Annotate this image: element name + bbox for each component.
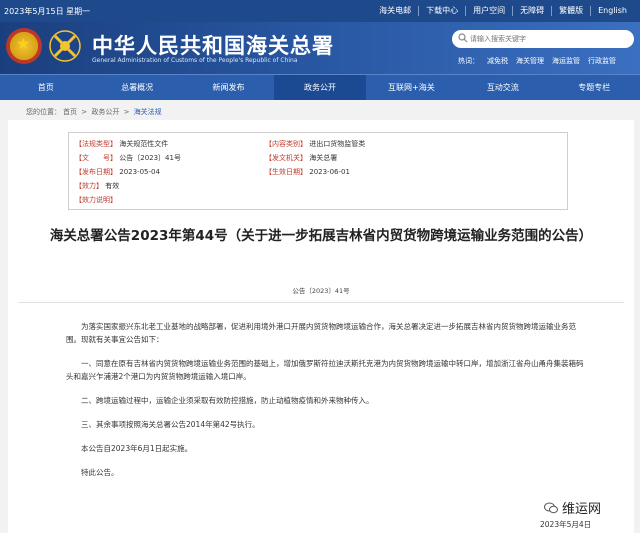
nav-news[interactable]: 新闻发布 — [183, 75, 274, 100]
main-nav: 首页 总署概况 新闻发布 政务公开 互联网+海关 互动交流 专题专栏 — [0, 74, 640, 100]
wechat-icon — [544, 502, 558, 513]
nav-interaction[interactable]: 互动交流 — [457, 75, 548, 100]
breadcrumb-item-government-affairs[interactable]: 政务公开 — [91, 108, 119, 116]
hot-words-label: 热词： — [458, 57, 479, 65]
link-download-center[interactable]: 下载中心 — [418, 6, 465, 16]
meta-category-value: 海关规范性文件 — [119, 140, 169, 148]
article-date: 2023年5月4日 — [540, 520, 592, 529]
content-panel: 【法规类型】 海关规范性文件 【内容类别】 进出口货物监管类 【文 号】 公告〔… — [8, 120, 634, 533]
source-watermark: 维运网 — [544, 498, 601, 517]
hot-words: 热词： 减免税 海关管理 海运监管 行政监管 — [458, 56, 616, 66]
link-email[interactable]: 海关电邮 — [372, 6, 418, 16]
regulation-metadata: 【法规类型】 海关规范性文件 【内容类别】 进出口货物监管类 【文 号】 公告〔… — [68, 132, 568, 210]
nav-internet-customs[interactable]: 互联网+海关 — [366, 75, 457, 100]
meta-effective-date-label: 【生效日期】 — [265, 168, 307, 176]
meta-issuer-value: 海关总署 — [309, 154, 338, 162]
meta-content-label: 【内容类别】 — [265, 140, 307, 148]
nav-government-affairs[interactable]: 政务公开 — [274, 75, 366, 100]
hot-word-link[interactable]: 减免税 — [487, 56, 508, 66]
search-box — [452, 30, 634, 48]
search-input[interactable] — [470, 32, 625, 46]
link-traditional-chinese[interactable]: 繁體版 — [551, 6, 590, 16]
nav-overview[interactable]: 总署概况 — [91, 75, 182, 100]
customs-emblem-icon — [49, 30, 81, 62]
meta-category-label: 【法规类型】 — [75, 140, 117, 148]
article-paragraph: 一、同意在原有吉林省内贸货物跨境运输业务范围的基础上，增加俄罗斯符拉迪沃斯托克港… — [66, 359, 584, 381]
article-paragraph: 二、跨境运输过程中，运输企业须采取有效防控措施，防止动植物疫情和外来物种传入。 — [81, 396, 374, 405]
breadcrumb-separator: > — [123, 108, 130, 116]
article-title: 海关总署公告2023年第44号（关于进一步拓展吉林省内贸货物跨境运输业务范围的公… — [49, 228, 593, 244]
article-body: 为落实国家振兴东北老工业基地的战略部署，促进利用境外港口开展内贸货物跨境运输合作… — [66, 320, 586, 490]
breadcrumb-prefix: 您的位置： — [26, 108, 61, 116]
search-icon[interactable] — [458, 33, 468, 43]
current-date: 2023年5月15日 星期一 — [4, 7, 91, 16]
site-header: 中华人民共和国海关总署 General Administration of Cu… — [0, 22, 640, 74]
nav-home[interactable]: 首页 — [0, 75, 91, 100]
breadcrumb-separator: > — [81, 108, 88, 116]
hot-word-link[interactable]: 海关管理 — [516, 56, 544, 66]
top-utility-bar: 2023年5月15日 星期一 海关电邮 下载中心 用户空间 无障碍 繁體版 En… — [0, 0, 640, 22]
article-paragraph: 特此公告。 — [81, 468, 119, 477]
title-divider — [18, 302, 624, 303]
utility-links: 海关电邮 下载中心 用户空间 无障碍 繁體版 English — [372, 6, 634, 16]
meta-publish-date-label: 【发布日期】 — [75, 168, 117, 176]
meta-validity-label: 【效力】 — [75, 182, 103, 190]
link-english[interactable]: English — [590, 6, 634, 16]
hot-word-link[interactable]: 海运监管 — [552, 56, 580, 66]
link-user-space[interactable]: 用户空间 — [465, 6, 512, 16]
article-docno: 公告〔2023〕41号 — [292, 287, 350, 295]
hot-word-link[interactable]: 行政监管 — [588, 56, 616, 66]
breadcrumb-item-regulations[interactable]: 海关法规 — [134, 108, 162, 116]
site-subtitle: General Administration of Customs of the… — [92, 57, 298, 64]
meta-docno-label: 【文 号】 — [75, 154, 117, 162]
meta-docno-value: 公告〔2023〕41号 — [119, 154, 181, 162]
meta-publish-date-value: 2023-05-04 — [119, 168, 160, 176]
site-title[interactable]: 中华人民共和国海关总署 — [92, 30, 334, 60]
article-paragraph: 为落实国家振兴东北老工业基地的战略部署，促进利用境外港口开展内贸货物跨境运输合作… — [66, 322, 576, 344]
breadcrumb-item-home[interactable]: 首页 — [63, 108, 77, 116]
breadcrumb: 您的位置： 首页 > 政务公开 > 海关法规 — [26, 107, 164, 117]
article-paragraph: 三、其余事项按照海关总署公告2014年第42号执行。 — [81, 420, 260, 429]
meta-validity-note-label: 【效力说明】 — [75, 196, 117, 204]
meta-content-value: 进出口货物监管类 — [309, 140, 366, 148]
meta-validity-value: 有效 — [105, 182, 120, 190]
link-accessibility[interactable]: 无障碍 — [512, 6, 551, 16]
nav-special-topics[interactable]: 专题专栏 — [549, 75, 640, 100]
watermark-text: 维运网 — [562, 502, 602, 517]
article-paragraph: 本公告自2023年6月1日起实施。 — [81, 444, 193, 453]
meta-effective-date-value: 2023-06-01 — [309, 168, 350, 176]
national-emblem-icon — [6, 28, 42, 64]
meta-issuer-label: 【发文机关】 — [265, 154, 307, 162]
